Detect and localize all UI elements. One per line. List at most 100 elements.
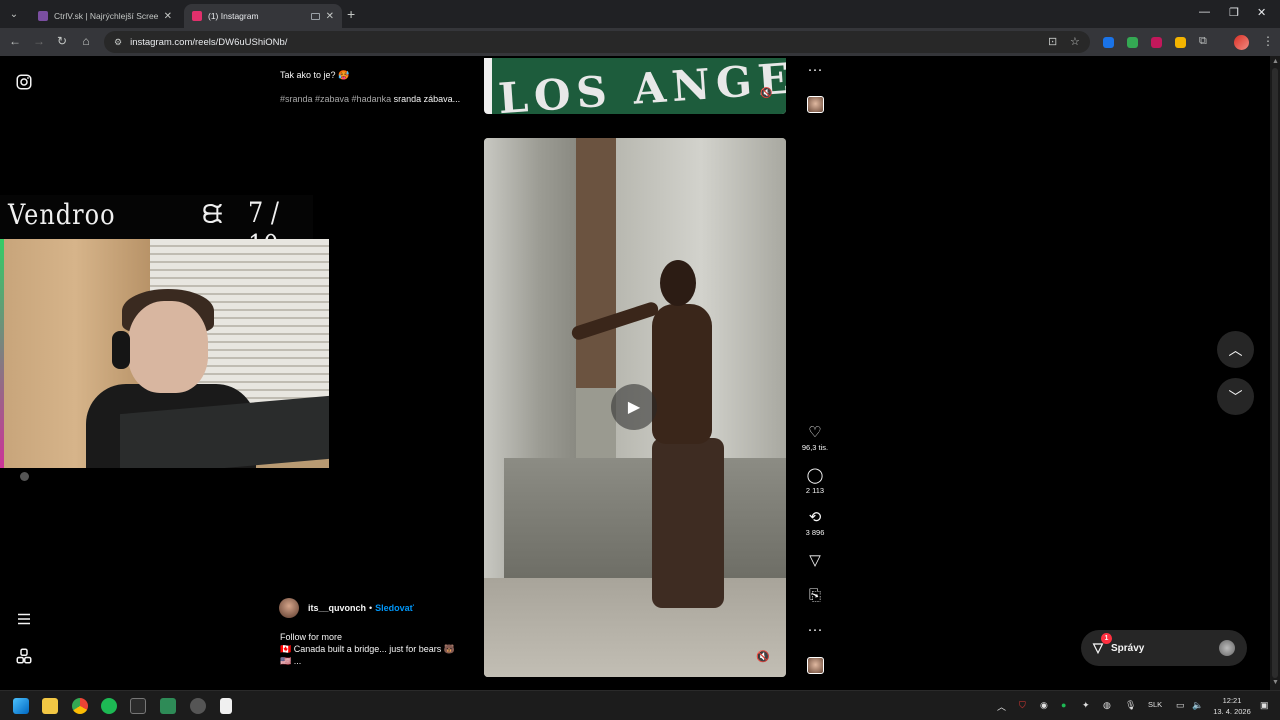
forward-arrow-icon[interactable]: → — [31, 34, 47, 48]
repost-icon: ⟲ — [808, 509, 822, 526]
file-explorer-icon[interactable] — [42, 698, 58, 714]
play-button[interactable]: ▶ — [611, 384, 657, 430]
tab-search-button[interactable]: ⌄ — [5, 5, 23, 23]
close-tab-icon[interactable]: ✕ — [164, 11, 172, 22]
address-bar[interactable]: ⚙ instagram.com/reels/DW6uUShiONb/ — [104, 31, 1090, 53]
extensions-puzzle-icon[interactable]: ⧉ — [1199, 35, 1207, 48]
browser-toolbar: ← → ↻ ⌂ ⚙ instagram.com/reels/DW6uUShiON… — [0, 28, 1280, 56]
save-button[interactable]: ⎘ — [800, 588, 830, 604]
bookmark-star-icon[interactable]: ☆ — [1070, 35, 1080, 48]
scene-figure — [652, 438, 724, 608]
comment-count: 2 113 — [805, 486, 825, 495]
network-icon[interactable]: ▭ — [1176, 700, 1185, 711]
tray-app-icon[interactable]: ◍ — [1103, 700, 1111, 711]
menu-hamburger-icon[interactable] — [15, 610, 33, 628]
scene-ledge — [504, 458, 786, 578]
comment-bubble-icon: ◯ — [806, 467, 824, 484]
extension-icon[interactable] — [1103, 37, 1114, 48]
reel-description: Follow for more — [280, 632, 343, 642]
windows-taskbar: ︿ ⛉ ◉ ● ✦ ◍ 🎙 SLK ▭ 🔈 12:21 13. 4. 2026 … — [0, 690, 1280, 720]
like-button[interactable]: ♡ 96,3 tis. — [800, 425, 830, 453]
back-arrow-icon[interactable]: ← — [7, 34, 23, 48]
shield-icon[interactable]: ⛉ — [1019, 700, 1026, 711]
spotify-tray-icon[interactable]: ● — [1061, 700, 1066, 710]
messages-button[interactable]: ▽ 1 Správy — [1081, 630, 1247, 666]
previous-reel-video[interactable]: LOS ANGELES 🔇 — [484, 58, 786, 114]
spotify-icon[interactable] — [101, 698, 117, 714]
caption-more-link[interactable]: sranda zábava... — [394, 94, 461, 104]
close-tab-icon[interactable]: ✕ — [326, 11, 334, 22]
chevron-up-icon: ︿ — [1228, 341, 1243, 358]
mute-toggle-icon[interactable]: 🔇 — [756, 650, 770, 663]
messages-label: Správy — [1111, 642, 1145, 654]
reload-icon[interactable]: ↻ — [54, 34, 70, 48]
mute-icon[interactable]: 🔇 — [760, 88, 772, 99]
windows-start-icon[interactable] — [13, 698, 29, 714]
chrome-icon[interactable] — [72, 698, 88, 714]
separator-dot: • — [369, 603, 373, 613]
like-count: 96,3 tis. — [801, 443, 829, 452]
tab-ctrlv[interactable]: CtrlV.sk | Najrýchlejší ScreenSh ✕ — [30, 4, 180, 28]
previous-reel-button[interactable]: ︿ — [1217, 331, 1254, 368]
audio-avatar[interactable] — [807, 657, 824, 674]
discord-icon[interactable]: ◉ — [1040, 700, 1048, 711]
ctrlv-favicon-icon — [38, 11, 48, 21]
hashtags-text[interactable]: #sranda #zabava #hadanka — [280, 94, 391, 104]
clock-time: 12:21 — [1222, 696, 1242, 705]
profile-avatar[interactable] — [1234, 35, 1249, 50]
tab-title: CtrlV.sk | Najrýchlejší ScreenSh — [54, 11, 158, 21]
notifications-icon[interactable]: ▣ — [1260, 700, 1269, 711]
app-icon[interactable] — [160, 698, 176, 714]
author-username[interactable]: its__quvonch — [308, 603, 366, 613]
reel-description: 🇨🇦 Canada built a bridge... just for bea… — [280, 644, 455, 654]
extension-icon[interactable] — [1175, 37, 1186, 48]
previous-more-options-icon[interactable]: ··· — [800, 62, 830, 78]
tray-app-icon[interactable]: ✦ — [1082, 700, 1090, 711]
scrollbar-thumb[interactable] — [1272, 68, 1278, 678]
instagram-logo-icon[interactable] — [15, 73, 33, 91]
instagram-reels-page: Tak ako to je? 🥵 #sranda #zabava #hadank… — [0, 56, 1280, 690]
scroll-up-arrow-icon[interactable]: ▲ — [1272, 58, 1279, 65]
system-clock[interactable]: 12:21 13. 4. 2026 — [1208, 695, 1256, 717]
install-app-icon[interactable]: ⊡ — [1048, 35, 1057, 48]
cam-person — [128, 301, 208, 393]
repost-button[interactable]: ⟲ 3 896 — [800, 509, 830, 538]
volume-icon[interactable]: 🔈 — [1192, 700, 1203, 711]
tab-instagram[interactable]: (1) Instagram ✕ — [184, 4, 342, 28]
comment-button[interactable]: ◯ 2 113 — [800, 467, 830, 496]
follow-button[interactable]: Sledovať — [375, 603, 414, 613]
share-button[interactable]: ▽ — [800, 553, 830, 569]
tray-overflow-icon[interactable]: ︿ — [997, 700, 1006, 713]
message-avatar — [1219, 640, 1235, 656]
browser-menu-icon[interactable]: ⋮ — [1262, 34, 1274, 48]
previous-audio-avatar[interactable] — [807, 96, 824, 113]
more-options-button[interactable]: ··· — [800, 622, 830, 638]
scene-figure — [660, 260, 696, 306]
also-from-meta-icon[interactable] — [15, 647, 33, 665]
streamer-name: Vendroo — [8, 198, 116, 232]
scene-door — [576, 138, 616, 388]
bookmark-icon: ⎘ — [808, 587, 821, 604]
language-indicator[interactable]: SLK — [1148, 700, 1162, 709]
extension-icon[interactable] — [1151, 37, 1162, 48]
scroll-down-arrow-icon[interactable]: ▼ — [1272, 679, 1279, 686]
new-tab-button[interactable]: + — [347, 6, 355, 22]
restore-button[interactable]: ❐ — [1229, 6, 1239, 19]
terminal-icon[interactable] — [130, 698, 146, 714]
repost-count: 3 896 — [805, 528, 825, 537]
minimize-button[interactable]: — — [1199, 6, 1210, 18]
reel-video[interactable]: ▶ 🔇 — [484, 138, 786, 677]
author-avatar[interactable] — [279, 598, 299, 618]
page-scrollbar[interactable]: ▲ ▼ — [1270, 56, 1280, 690]
close-window-button[interactable]: ✕ — [1257, 6, 1266, 19]
next-reel-button[interactable]: ﹀ — [1217, 378, 1254, 415]
notepad-icon[interactable] — [220, 698, 232, 714]
reel-description-more[interactable]: 🇺🇸 ... — [280, 656, 301, 667]
home-icon[interactable]: ⌂ — [78, 34, 94, 48]
app-icon[interactable] — [190, 698, 206, 714]
adblock-shield-icon[interactable] — [1127, 37, 1138, 48]
site-info-icon[interactable]: ⚙ — [114, 37, 122, 48]
instagram-favicon-icon — [192, 11, 202, 21]
url-text[interactable]: instagram.com/reels/DW6uUShiONb/ — [130, 37, 287, 48]
microphone-icon[interactable]: 🎙 — [1125, 700, 1136, 711]
